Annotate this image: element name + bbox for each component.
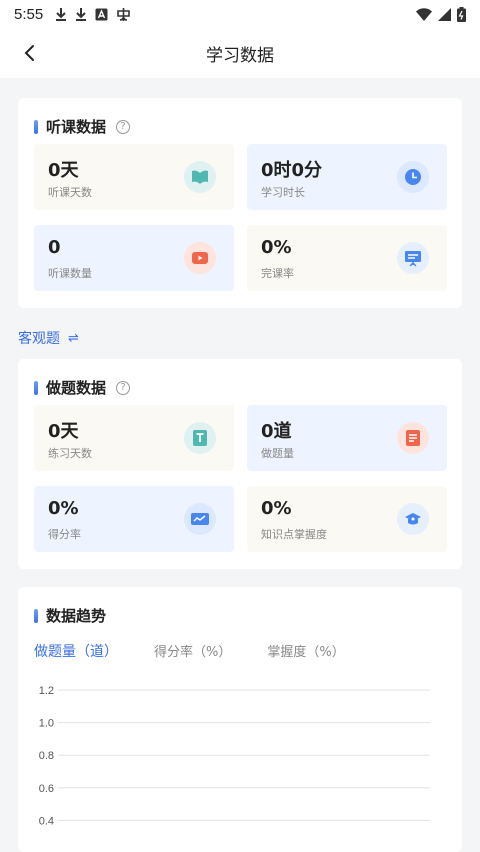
app-bar: 学习数据 bbox=[0, 28, 480, 78]
stat-completion-rate: 0% 完课率 bbox=[247, 225, 447, 291]
practice-data-card: 做题数据 ? 0天 练习天数 0道 做题量 0% 得分率 0% 知识点掌握度 bbox=[18, 359, 462, 569]
wifi-icon bbox=[416, 7, 432, 21]
app-a-icon bbox=[95, 8, 108, 20]
stat-label: 得分率 bbox=[48, 528, 81, 541]
stat-value: 0 bbox=[48, 237, 61, 258]
stat-value: 0% bbox=[261, 498, 292, 519]
stat-label: 练习天数 bbox=[48, 447, 92, 460]
stat-value: 0% bbox=[261, 237, 292, 258]
stat-study-duration: 0时0分 学习时长 bbox=[247, 144, 447, 210]
switch-label: 客观题 bbox=[18, 331, 60, 347]
stat-knowledge-mastery: 0% 知识点掌握度 bbox=[247, 486, 447, 552]
stat-value: 0天 bbox=[48, 160, 79, 181]
app-glyph-icon bbox=[117, 7, 131, 21]
chart-y-tick-label: 0.6 bbox=[39, 783, 54, 795]
stat-question-count: 0道 做题量 bbox=[247, 405, 447, 471]
stat-value: 0道 bbox=[261, 421, 292, 442]
book-icon bbox=[184, 161, 216, 193]
page-title: 学习数据 bbox=[206, 45, 274, 66]
practice-card-title: 做题数据 bbox=[46, 379, 107, 397]
stat-listen-days: 0天 听课天数 bbox=[34, 144, 234, 210]
system-icons bbox=[416, 6, 466, 22]
chart-y-tick-label: 1.2 bbox=[39, 685, 54, 697]
battery-icon bbox=[457, 6, 466, 22]
stat-value: 0时0分 bbox=[261, 160, 323, 181]
status-bar: 5:55 bbox=[0, 0, 480, 28]
data-trend-card: 数据趋势 做题量（道） 得分率（%） 掌握度（%） 1.2 1.0 0.8 0.6 0.… bbox=[18, 587, 462, 852]
video-icon bbox=[184, 242, 216, 274]
swap-icon: ⇌ bbox=[68, 330, 79, 346]
chart-y-tick-label: 1.0 bbox=[39, 718, 54, 730]
section-accent-bar bbox=[34, 119, 38, 134]
clock-icon bbox=[397, 161, 429, 193]
listen-card-header: 听课数据 ? bbox=[34, 116, 131, 137]
chart-y-tick-label: 0.4 bbox=[39, 815, 54, 827]
stat-label: 听课天数 bbox=[48, 186, 92, 199]
question-type-switch[interactable]: 客观题 ⇌ bbox=[18, 328, 79, 348]
stat-label: 听课数量 bbox=[48, 267, 92, 280]
back-button[interactable] bbox=[14, 38, 44, 68]
notification-icons bbox=[55, 7, 131, 22]
signal-icon bbox=[438, 7, 451, 21]
listen-card-title: 听课数据 bbox=[46, 118, 107, 136]
stat-label: 做题量 bbox=[261, 447, 294, 460]
document-icon bbox=[397, 422, 429, 454]
practice-card-header: 做题数据 ? bbox=[34, 377, 131, 398]
status-time: 5:55 bbox=[14, 5, 44, 23]
help-icon[interactable]: ? bbox=[116, 119, 131, 134]
listen-data-card: 听课数据 ? 0天 听课天数 0时0分 学习时长 0 听课数量 0% 完课率 bbox=[18, 98, 462, 308]
section-accent-bar bbox=[34, 380, 38, 395]
knowledge-icon bbox=[397, 503, 429, 535]
stat-label: 学习时长 bbox=[261, 186, 305, 199]
text-book-icon bbox=[184, 422, 216, 454]
stat-label: 完课率 bbox=[261, 267, 294, 280]
content-area: 听课数据 ? 0天 听课天数 0时0分 学习时长 0 听课数量 0% 完课率 客… bbox=[0, 78, 480, 852]
download-icon bbox=[76, 8, 87, 21]
stat-listen-count: 0 听课数量 bbox=[34, 225, 234, 291]
download-icon bbox=[56, 8, 67, 21]
stat-label: 知识点掌握度 bbox=[261, 528, 327, 541]
help-icon[interactable]: ? bbox=[116, 380, 131, 395]
stat-practice-days: 0天 练习天数 bbox=[34, 405, 234, 471]
trend-chart: 1.2 1.0 0.8 0.6 0.4 bbox=[39, 685, 430, 827]
chevron-left-icon bbox=[24, 45, 34, 61]
stat-value: 0% bbox=[48, 498, 79, 519]
presentation-icon bbox=[397, 242, 429, 274]
stat-value: 0天 bbox=[48, 421, 79, 442]
chart-y-tick-label: 0.8 bbox=[39, 750, 54, 762]
score-card-icon bbox=[184, 503, 216, 535]
stat-score-rate: 0% 得分率 bbox=[34, 486, 234, 552]
